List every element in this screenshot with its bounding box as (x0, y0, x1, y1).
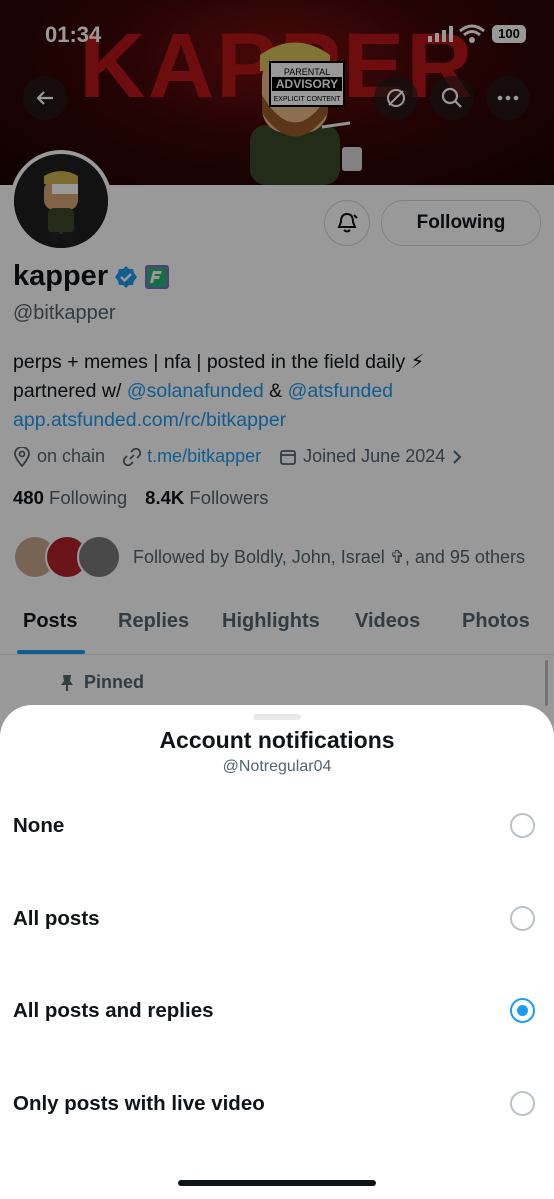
option-label: All posts and replies (13, 999, 214, 1022)
radio-button[interactable] (510, 906, 535, 931)
option-live-video-only[interactable]: Only posts with live video (0, 1076, 554, 1136)
sheet-title: Account notifications (159, 727, 395, 753)
option-none[interactable]: None (0, 798, 554, 858)
option-label: Only posts with live video (13, 1092, 265, 1115)
radio-button[interactable] (510, 1091, 535, 1116)
sheet-subtitle: @Notregular04 (222, 758, 332, 775)
option-label: All posts (13, 907, 100, 930)
radio-button[interactable] (510, 813, 535, 838)
option-all-posts-and-replies[interactable]: All posts and replies (0, 983, 554, 1043)
sheet-grabber[interactable] (253, 714, 301, 720)
radio-button[interactable] (510, 998, 535, 1023)
home-indicator[interactable] (178, 1180, 376, 1186)
option-all-posts[interactable]: All posts (0, 891, 554, 951)
option-label: None (13, 814, 65, 837)
